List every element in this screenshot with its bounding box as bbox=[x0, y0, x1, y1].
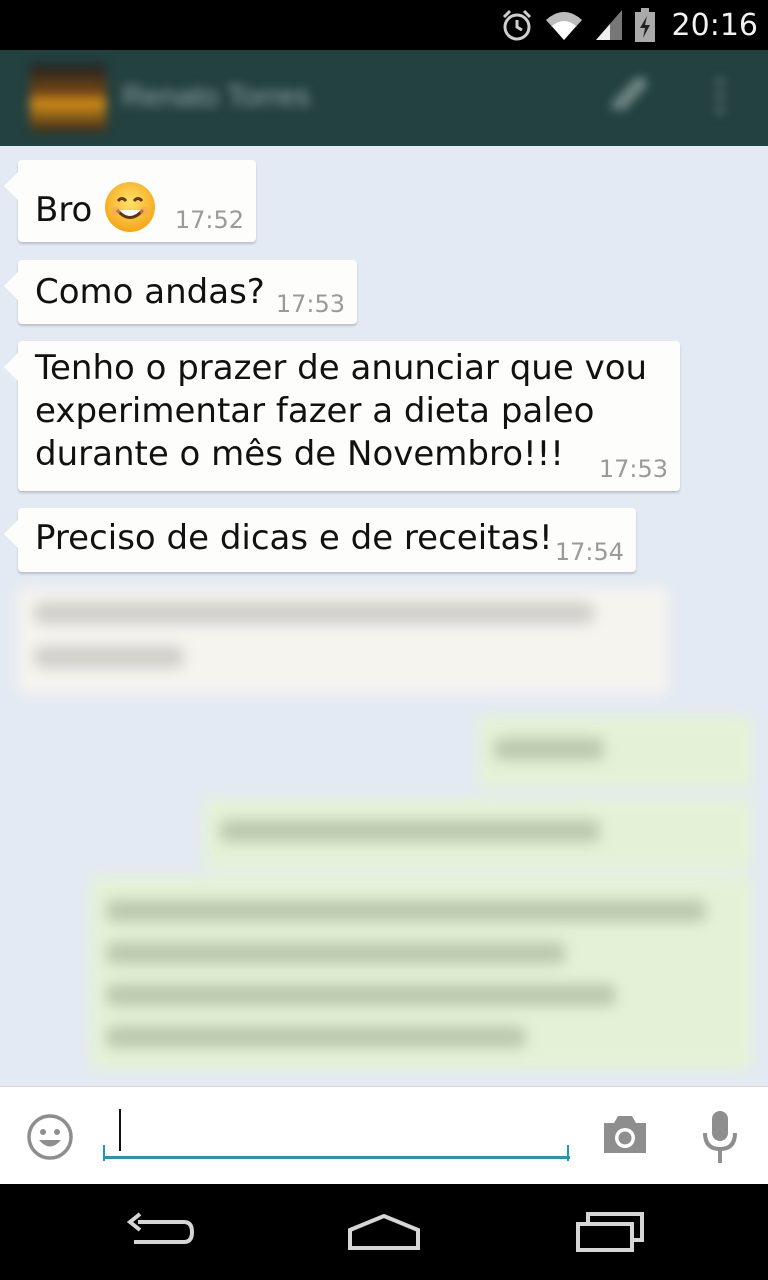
blurred-text bbox=[34, 646, 184, 668]
message-text-content: Bro bbox=[35, 190, 93, 230]
blurred-text bbox=[106, 984, 616, 1006]
paperclip-icon[interactable] bbox=[600, 70, 650, 120]
message-time: 17:52 bbox=[174, 206, 244, 234]
message-text: Preciso de dicas e de receitas! bbox=[35, 518, 553, 558]
clock: 20:16 bbox=[671, 7, 758, 43]
blurred-text bbox=[106, 900, 706, 922]
camera-icon[interactable] bbox=[600, 1111, 650, 1159]
message-line: experimentar fazer a dieta paleo bbox=[35, 391, 595, 431]
emoji-icon[interactable] bbox=[26, 1113, 74, 1161]
blurred-bubble bbox=[18, 588, 668, 694]
overflow-menu-icon[interactable] bbox=[708, 72, 732, 122]
microphone-icon[interactable] bbox=[702, 1109, 738, 1165]
chat-header: Renato Torres bbox=[0, 50, 768, 149]
status-bar: 20:16 bbox=[0, 0, 768, 50]
header-blur: Renato Torres bbox=[0, 50, 768, 146]
blurred-text bbox=[106, 1026, 526, 1048]
battery-icon bbox=[634, 8, 655, 42]
system-nav-bar bbox=[0, 1184, 768, 1280]
blurred-text bbox=[106, 942, 566, 964]
wifi-icon bbox=[545, 12, 582, 40]
message-bubble[interactable]: Preciso de dicas e de receitas! 17:54 bbox=[4, 508, 636, 572]
message-bubble[interactable]: Bro 17:52 bbox=[4, 160, 256, 242]
message-text: Bro bbox=[35, 181, 156, 233]
recent-apps-icon[interactable] bbox=[574, 1208, 646, 1254]
blurred-bubble bbox=[90, 876, 752, 1070]
message-list[interactable]: Bro 17:52 Como andas? 17:53 Tenho o praz… bbox=[0, 146, 768, 1086]
compose-bar bbox=[0, 1086, 768, 1185]
input-border-left bbox=[103, 1145, 105, 1161]
message-time: 17:53 bbox=[598, 455, 668, 483]
signal-icon bbox=[595, 10, 622, 40]
home-icon[interactable] bbox=[346, 1208, 422, 1254]
message-input[interactable] bbox=[104, 1105, 570, 1159]
blurred-messages bbox=[0, 576, 768, 1086]
blurred-bubble bbox=[478, 716, 752, 788]
message-time: 17:54 bbox=[554, 538, 624, 566]
message-text: Tenho o prazer de anunciar que vou exper… bbox=[35, 347, 647, 476]
avatar[interactable] bbox=[30, 64, 106, 132]
message-line: Tenho o prazer de anunciar que vou bbox=[35, 348, 648, 388]
text-cursor bbox=[119, 1109, 121, 1151]
message-bubble[interactable]: Tenho o prazer de anunciar que vou exper… bbox=[4, 341, 680, 491]
contact-name[interactable]: Renato Torres bbox=[122, 80, 310, 114]
status-icons: 20:16 bbox=[500, 0, 758, 50]
message-text: Como andas? bbox=[35, 272, 265, 312]
back-icon[interactable] bbox=[124, 1208, 196, 1252]
blurred-text bbox=[494, 738, 604, 760]
message-line: durante o mês de Novembro!!! bbox=[35, 434, 564, 474]
blurred-text bbox=[220, 820, 600, 842]
smiling-face-emoji bbox=[105, 182, 156, 232]
alarm-icon bbox=[502, 9, 531, 41]
blurred-bubble bbox=[204, 798, 752, 870]
message-bubble[interactable]: Como andas? 17:53 bbox=[4, 260, 357, 324]
message-time: 17:53 bbox=[275, 290, 345, 318]
input-border-right bbox=[567, 1145, 569, 1161]
blurred-text bbox=[34, 602, 594, 624]
